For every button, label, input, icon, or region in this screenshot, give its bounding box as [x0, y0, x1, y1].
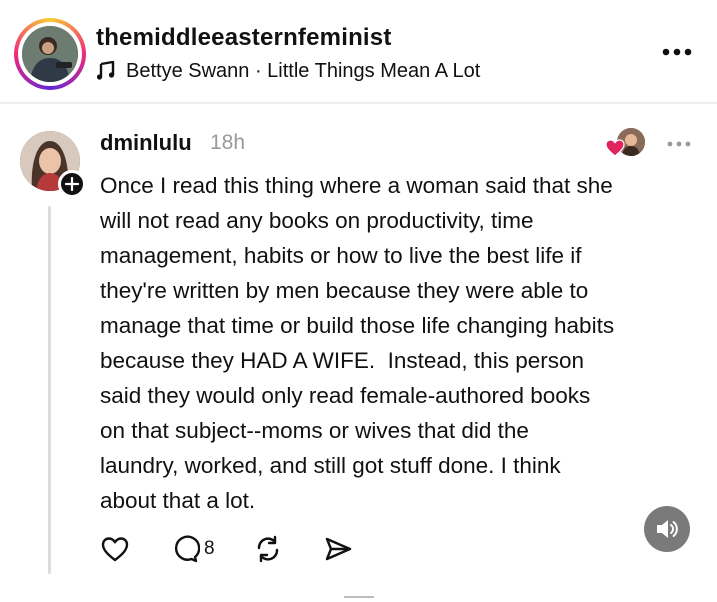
reply-count: 8	[204, 538, 215, 559]
like-button[interactable]	[100, 534, 130, 564]
music-note-icon	[96, 61, 115, 80]
commenter-username[interactable]: dminlulu	[100, 130, 192, 156]
speaker-icon	[657, 520, 678, 538]
share-icon	[325, 537, 351, 561]
account-avatar[interactable]	[22, 26, 78, 82]
music-attribution[interactable]: Bettye Swann · Little Things Mean A Lot	[96, 58, 480, 84]
story-ring-inner	[18, 22, 82, 86]
story-ring[interactable]	[14, 18, 86, 90]
liked-by-creator	[605, 128, 647, 158]
more-options-button[interactable]	[660, 40, 694, 64]
more-icon	[667, 141, 691, 147]
share-button[interactable]	[323, 534, 353, 564]
thread-line	[48, 206, 51, 574]
comment-actions: 8	[100, 532, 353, 566]
next-reply-preview	[344, 596, 374, 602]
reply-icon	[174, 535, 200, 563]
header-divider	[0, 102, 717, 104]
comment-text: Once I read this thing where a woman sai…	[100, 173, 615, 513]
heart-icon	[101, 537, 129, 562]
sound-toggle-button[interactable]	[644, 506, 690, 552]
reply-button[interactable]: 8	[170, 534, 215, 564]
comment-timestamp: 18h	[210, 131, 246, 154]
repost-button[interactable]	[253, 534, 283, 564]
follow-button[interactable]	[58, 170, 86, 198]
more-icon	[662, 48, 692, 56]
account-name[interactable]: themiddleeasternfeminist	[96, 24, 392, 52]
creator-heart-icon	[605, 139, 625, 157]
plus-icon	[65, 177, 79, 191]
post-header: themiddleeasternfeminist Bettye Swann · …	[0, 0, 717, 102]
repost-icon	[257, 535, 278, 563]
music-label: Bettye Swann · Little Things Mean A Lot	[126, 59, 481, 82]
account-avatar-image	[22, 26, 78, 82]
comment-more-button[interactable]	[664, 134, 694, 154]
